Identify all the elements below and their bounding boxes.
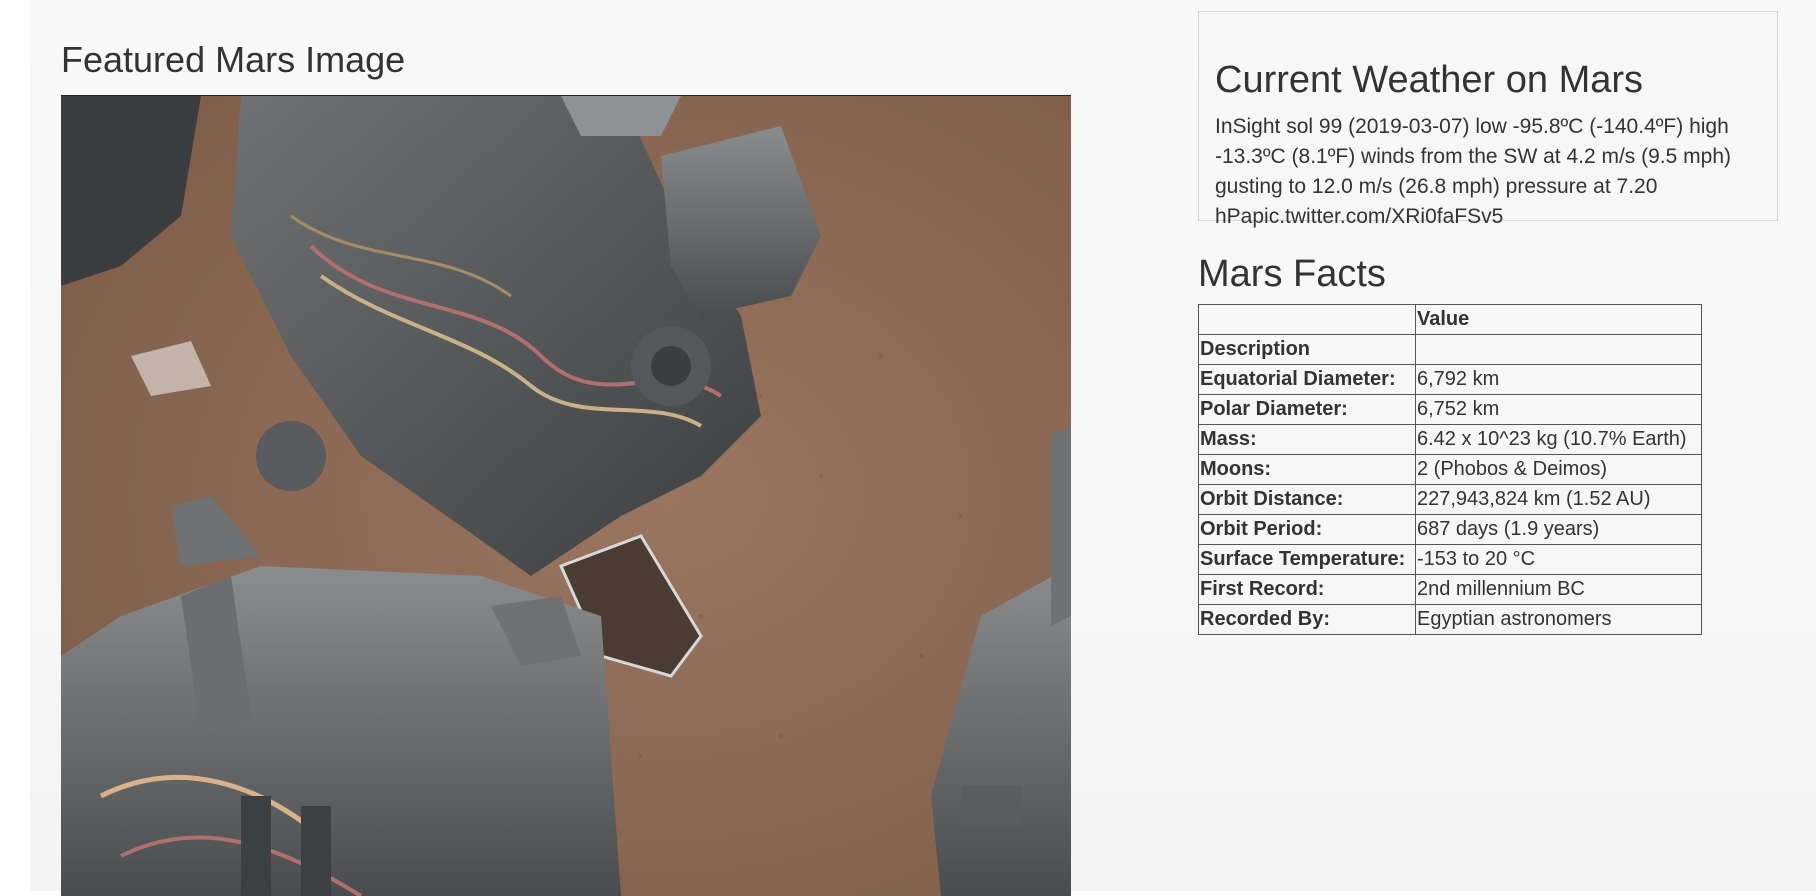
fact-label: Surface Temperature: xyxy=(1198,544,1416,575)
fact-value: -153 to 20 °C xyxy=(1415,544,1702,575)
facts-title: Mars Facts xyxy=(1198,253,1386,295)
featured-image-section: Featured Mars Image xyxy=(61,38,1071,896)
index-label: Description xyxy=(1198,334,1416,365)
table-row: Surface Temperature: -153 to 20 °C xyxy=(1198,544,1702,575)
fact-label: First Record: xyxy=(1198,574,1416,605)
fact-value: 2nd millennium BC xyxy=(1415,574,1702,605)
table-header-row: Value xyxy=(1198,304,1702,335)
header-cell-value: Value xyxy=(1415,304,1702,335)
table-row: Moons: 2 (Phobos & Deimos) xyxy=(1198,454,1702,485)
fact-value: 687 days (1.9 years) xyxy=(1415,514,1702,545)
fact-value: 2 (Phobos & Deimos) xyxy=(1415,454,1702,485)
mars-facts-table: Value Description Equatorial Diameter: 6… xyxy=(1198,304,1702,635)
fact-value: 6,752 km xyxy=(1415,394,1702,425)
table-row: Recorded By: Egyptian astronomers xyxy=(1198,604,1702,635)
sidebar: Current Weather on Mars InSight sol 99 (… xyxy=(1198,11,1778,635)
fact-label: Equatorial Diameter: xyxy=(1198,364,1416,395)
table-row: Equatorial Diameter: 6,792 km xyxy=(1198,364,1702,395)
table-row: Mass: 6.42 x 10^23 kg (10.7% Earth) xyxy=(1198,424,1702,455)
weather-title: Current Weather on Mars xyxy=(1215,59,1644,101)
fact-value: 227,943,824 km (1.52 AU) xyxy=(1415,484,1702,515)
fact-label: Polar Diameter: xyxy=(1198,394,1416,425)
table-row: Orbit Period: 687 days (1.9 years) xyxy=(1198,514,1702,545)
weather-card: Current Weather on Mars InSight sol 99 (… xyxy=(1198,11,1778,228)
weather-text: InSight sol 99 (2019-03-07) low -95.8ºC … xyxy=(1215,115,1731,228)
header-cell-empty xyxy=(1198,304,1416,335)
fact-label: Moons: xyxy=(1198,454,1416,485)
fact-label: Recorded By: xyxy=(1198,604,1416,635)
fact-label: Mass: xyxy=(1198,424,1416,455)
table-index-row: Description xyxy=(1198,334,1702,365)
fact-label: Orbit Distance: xyxy=(1198,484,1416,515)
table-row: First Record: 2nd millennium BC xyxy=(1198,574,1702,605)
table-row: Orbit Distance: 227,943,824 km (1.52 AU) xyxy=(1198,484,1702,515)
fact-value: 6,792 km xyxy=(1415,364,1702,395)
table-row: Polar Diameter: 6,752 km xyxy=(1198,394,1702,425)
featured-image-title: Featured Mars Image xyxy=(61,39,406,80)
index-empty xyxy=(1415,334,1702,365)
fact-label: Orbit Period: xyxy=(1198,514,1416,545)
featured-mars-image[interactable] xyxy=(61,95,1071,896)
fact-value: 6.42 x 10^23 kg (10.7% Earth) xyxy=(1415,424,1702,455)
fact-value: Egyptian astronomers xyxy=(1415,604,1702,635)
page-background: Featured Mars Image Current Weather on M… xyxy=(30,0,1816,896)
